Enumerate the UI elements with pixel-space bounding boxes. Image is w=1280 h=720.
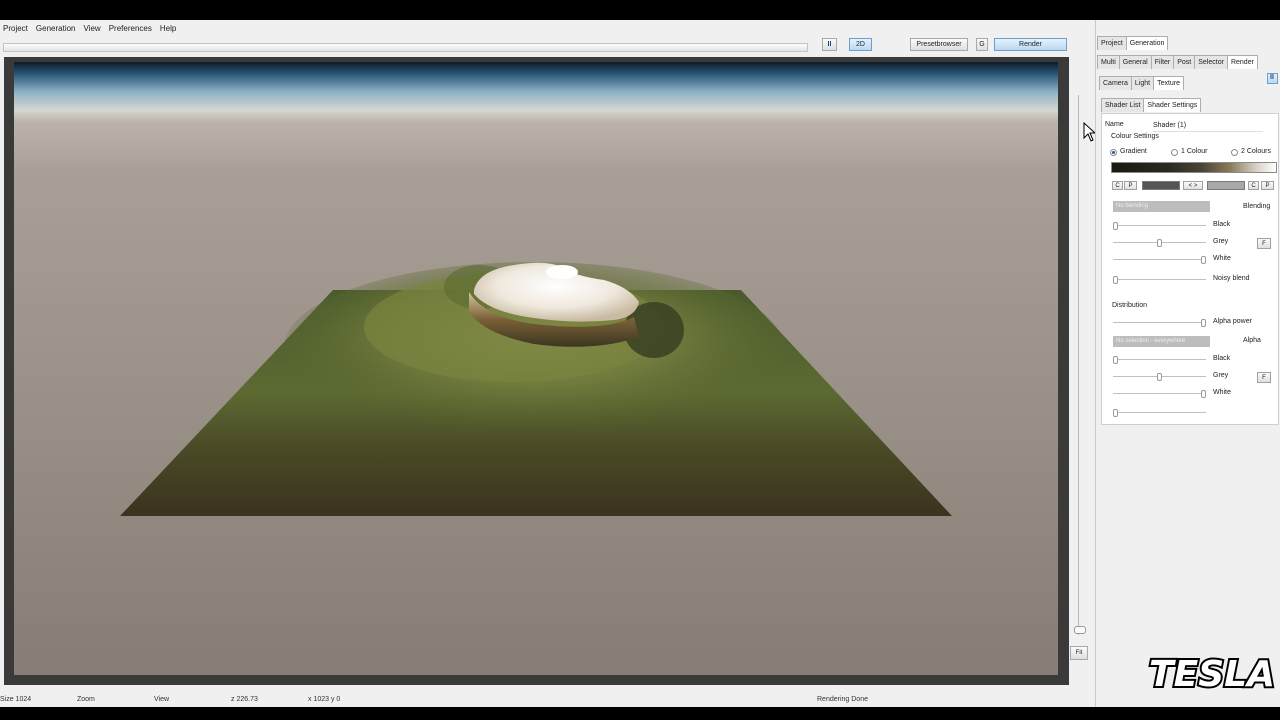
tab-general[interactable]: General — [1118, 55, 1152, 69]
radio-1colour-label: 1 Colour — [1181, 148, 1208, 155]
top-black-bar — [0, 0, 1280, 20]
status-xy: x 1023 y 0 — [308, 696, 341, 703]
radio-gradient[interactable] — [1110, 149, 1117, 156]
status-z: z 226.73 — [231, 696, 258, 703]
fit-button[interactable]: Fit — [1070, 646, 1088, 660]
black2-slider[interactable] — [1113, 356, 1206, 364]
app-window: Project Generation View Preferences Help… — [0, 20, 1280, 707]
menu-view[interactable]: View — [81, 24, 106, 33]
name-label: Name — [1105, 121, 1124, 128]
panel-pause-button[interactable]: II — [1267, 73, 1278, 84]
slider-knob[interactable] — [1157, 373, 1162, 381]
alpha-label: Alpha — [1243, 337, 1261, 344]
swap-colours-button[interactable]: < > — [1183, 181, 1203, 190]
menu-preferences[interactable]: Preferences — [106, 24, 157, 33]
menu-project[interactable]: Project — [0, 24, 33, 33]
status-view: View — [154, 696, 170, 703]
tab-texture[interactable]: Texture — [1153, 76, 1185, 90]
alpha-power-label: Alpha power — [1213, 318, 1252, 325]
blending-dropdown[interactable]: No blending — [1113, 201, 1210, 212]
grey-label: Grey — [1213, 238, 1229, 245]
status-size: Size 1024 — [0, 696, 32, 703]
copy-left-button[interactable]: C — [1112, 181, 1123, 190]
white-label: White — [1213, 255, 1231, 262]
render-button[interactable]: Render — [994, 38, 1067, 51]
alpha-power-slider[interactable] — [1113, 319, 1206, 327]
noisy-blend-slider[interactable] — [1113, 276, 1206, 284]
paste-right-button[interactable]: P — [1261, 181, 1274, 190]
tabs-level3: Camera Light Texture — [1099, 76, 1185, 90]
scroll-thumb[interactable] — [1074, 626, 1086, 634]
presetbrowser-button[interactable]: Presetbrowser — [910, 38, 968, 51]
panel-pause-label: II — [1270, 74, 1274, 81]
g-button[interactable]: G — [976, 38, 988, 51]
tab-camera[interactable]: Camera — [1099, 76, 1132, 90]
svg-text:TESLA: TESLA — [1149, 654, 1275, 695]
slider-knob[interactable] — [1201, 256, 1206, 264]
gradient-preview[interactable] — [1111, 162, 1277, 173]
tabs-level2: Multi General Filter Post Selector Rende… — [1097, 55, 1258, 69]
bottom-black-bar — [0, 707, 1280, 720]
radio-1colour[interactable] — [1171, 149, 1178, 156]
grey-f-button[interactable]: F — [1257, 238, 1271, 249]
black-slider[interactable] — [1113, 222, 1206, 230]
tab-project[interactable]: Project — [1097, 36, 1127, 50]
menu-generation[interactable]: Generation — [33, 24, 81, 33]
paste-left-button[interactable]: P — [1124, 181, 1137, 190]
status-rendering: Rendering Done — [817, 696, 868, 703]
slider-knob[interactable] — [1201, 390, 1206, 398]
white2-slider[interactable] — [1113, 390, 1206, 398]
slider-knob[interactable] — [1201, 319, 1206, 327]
tab-render[interactable]: Render — [1226, 55, 1258, 69]
slider-knob[interactable] — [1113, 409, 1118, 417]
progress-bar — [3, 43, 808, 52]
white-slider[interactable] — [1113, 256, 1206, 264]
menu-help[interactable]: Help — [157, 24, 181, 33]
noisy-blend-label: Noisy blend — [1213, 275, 1250, 282]
tab-generation[interactable]: Generation — [1125, 36, 1169, 50]
viewport-vertical-scrollbar[interactable] — [1074, 95, 1086, 635]
colour-settings-heading: Colour Settings — [1111, 133, 1159, 140]
tab-shader-list[interactable]: Shader List — [1101, 98, 1145, 112]
black2-label: Black — [1213, 355, 1231, 362]
tab-light[interactable]: Light — [1130, 76, 1155, 90]
right-colour-swatch[interactable] — [1207, 181, 1245, 190]
slider-knob[interactable] — [1113, 222, 1118, 230]
tabs-level1: Project Generation — [1097, 36, 1169, 50]
extra-slider[interactable] — [1113, 409, 1206, 417]
grey2-f-button[interactable]: F — [1257, 372, 1271, 383]
grey-slider[interactable] — [1113, 239, 1206, 247]
tab-filter[interactable]: Filter — [1150, 55, 1175, 69]
blending-label: Blending — [1243, 203, 1271, 210]
shader-name-field[interactable]: Shader (1) — [1153, 122, 1263, 132]
panel-separator — [1095, 20, 1096, 707]
grey2-slider[interactable] — [1113, 373, 1206, 381]
slider-knob[interactable] — [1113, 276, 1118, 284]
status-bar: Size 1024 Zoom View z 226.73 x 1023 y 0 … — [0, 688, 1095, 707]
tab-selector[interactable]: Selector — [1194, 55, 1228, 69]
status-zoom: Zoom — [77, 696, 95, 703]
tab-shader-settings[interactable]: Shader Settings — [1143, 98, 1202, 112]
alpha-selection-dropdown[interactable]: No selection - everywhere — [1113, 336, 1210, 347]
tesla-watermark-logo: TESLA — [1147, 652, 1277, 696]
terrain-render — [120, 262, 952, 516]
menu-bar: Project Generation View Preferences Help — [0, 20, 1100, 36]
slider-knob[interactable] — [1113, 356, 1118, 364]
pause-button[interactable]: II — [822, 38, 837, 51]
render-viewport[interactable] — [14, 62, 1058, 675]
radio-2colours-label: 2 Colours — [1241, 148, 1271, 155]
grey2-label: Grey — [1213, 372, 1229, 379]
white2-label: White — [1213, 389, 1231, 396]
radio-2colours[interactable] — [1231, 149, 1238, 156]
copy-right-button[interactable]: C — [1248, 181, 1259, 190]
tabs-level4: Shader List Shader Settings — [1101, 98, 1202, 112]
black-label: Black — [1213, 221, 1231, 228]
tab-multi[interactable]: Multi — [1097, 55, 1120, 69]
distribution-heading: Distribution — [1112, 302, 1148, 309]
tab-post[interactable]: Post — [1173, 55, 1196, 69]
radio-gradient-label: Gradient — [1120, 148, 1147, 155]
left-colour-swatch[interactable] — [1142, 181, 1180, 190]
slider-knob[interactable] — [1157, 239, 1162, 247]
2d-toggle-button[interactable]: 2D — [849, 38, 872, 51]
